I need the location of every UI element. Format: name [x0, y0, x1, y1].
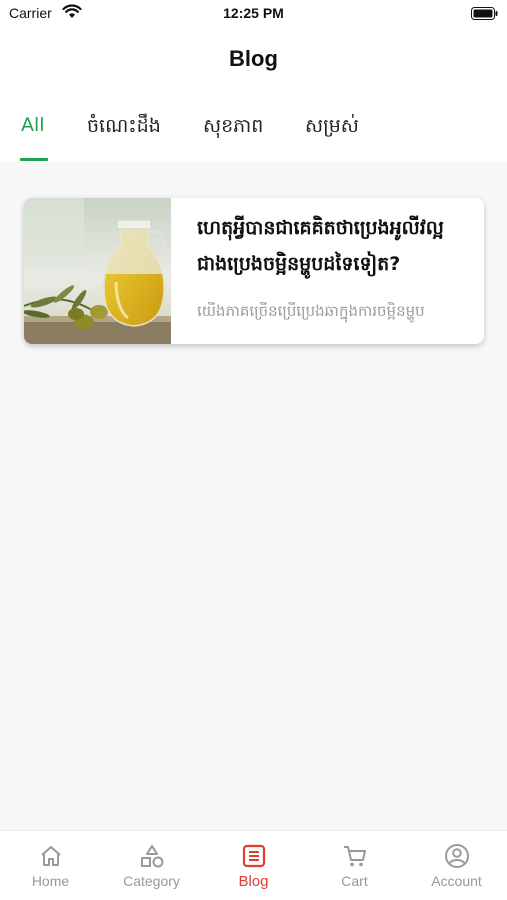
account-icon: [445, 844, 469, 868]
blog-list: ហេតុអ្វីបានជាគេគិតថាប្រេងអូលីវល្អជាងប្រេ…: [0, 162, 507, 830]
category-tabs: All ចំណេះដឹង សុខភាព សម្រស់: [0, 102, 507, 162]
status-bar: Carrier 12:25 PM: [0, 0, 507, 30]
nav-account[interactable]: Account: [406, 831, 507, 900]
home-icon: [41, 846, 61, 866]
nav-blog-label: Blog: [238, 873, 269, 890]
cart-icon: [344, 846, 366, 867]
tab-health[interactable]: សុខភាព: [203, 114, 263, 142]
blog-post-card[interactable]: ហេតុអ្វីបានជាគេគិតថាប្រេងអូលីវល្អជាងប្រេ…: [24, 198, 484, 344]
blog-icon: [242, 844, 266, 868]
tab-all[interactable]: All: [21, 114, 45, 136]
nav-category-label: Category: [123, 873, 180, 889]
battery-icon: [471, 7, 498, 20]
nav-cart[interactable]: Cart: [304, 831, 405, 900]
nav-home[interactable]: Home: [0, 831, 101, 900]
blog-screen: Carrier 12:25 PM Blog All ចំណេះដឹង សុខភា…: [0, 0, 507, 900]
clock: 12:25 PM: [223, 5, 284, 21]
page-title: Blog: [229, 46, 278, 71]
olive-oil-jar-photo: [24, 198, 171, 344]
tab-knowledge[interactable]: ចំណេះដឹង: [87, 114, 161, 142]
nav-cart-label: Cart: [341, 873, 368, 889]
post-title: ហេតុអ្វីបានជាគេគិតថាប្រេងអូលីវល្អជាងប្រេ…: [197, 217, 444, 275]
nav-category[interactable]: Category: [101, 831, 202, 900]
active-tab-indicator: [20, 158, 48, 161]
tab-beauty[interactable]: សម្រស់: [305, 114, 359, 142]
post-excerpt: យើងភាគច្រើនប្រើប្រេងឆាក្នុងការចម្អិនម្ហូ…: [197, 302, 425, 320]
nav-blog[interactable]: Blog: [203, 831, 304, 900]
nav-home-label: Home: [31, 873, 70, 889]
bottom-nav: Home Category Blog Cart Account: [0, 830, 507, 900]
nav-account-label: Account: [431, 873, 482, 889]
category-icon: [141, 845, 164, 868]
